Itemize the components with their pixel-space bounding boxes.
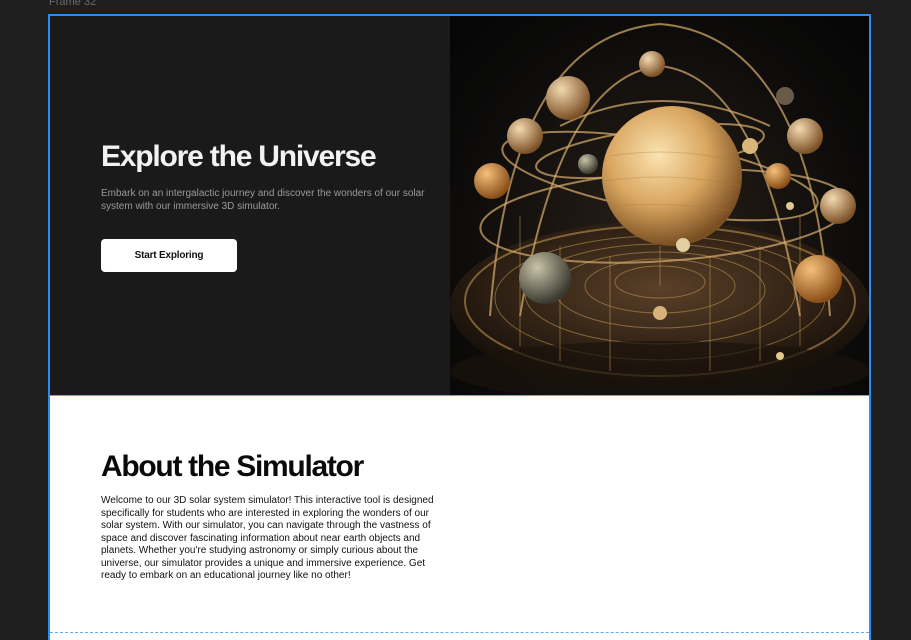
hero-section: Explore the Universe Embark on an interg…	[50, 16, 869, 395]
about-title: About the Simulator	[101, 450, 364, 483]
design-frame[interactable]: Explore the Universe Embark on an interg…	[48, 14, 871, 640]
frame-label[interactable]: Frame 32	[49, 0, 96, 8]
hero-title: Explore the Universe	[101, 140, 377, 173]
frame-bottom-guide	[50, 632, 869, 633]
start-exploring-button[interactable]: Start Exploring	[101, 239, 237, 272]
about-body: Welcome to our 3D solar system simulator…	[101, 495, 434, 581]
orrery-image	[450, 16, 869, 395]
orrery-illustration-icon	[450, 22, 869, 395]
hero-content: Explore the Universe Embark on an interg…	[50, 16, 450, 395]
about-section: About the Simulator Welcome to our 3D so…	[50, 396, 869, 640]
hero-description: Embark on an intergalactic journey and d…	[101, 188, 425, 212]
